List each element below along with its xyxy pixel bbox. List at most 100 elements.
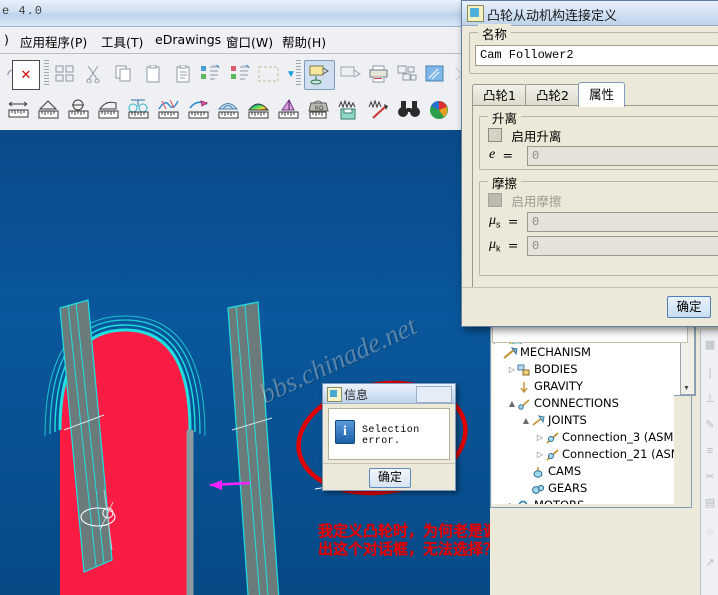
friction-mu-s-input[interactable]: 0 xyxy=(527,212,718,232)
message-dialog[interactable]: 信息 i Selection error. 确定 xyxy=(322,383,456,491)
annotation-icon[interactable] xyxy=(304,60,335,90)
mechanism-tree-list: MECHANISM ▷ BODIES GRAVITY ▲ CONNECTIONS ▲ JOIN… xyxy=(493,344,674,504)
servo-icon[interactable]: ⊥ xyxy=(702,388,718,409)
settings-icon[interactable]: ⁘ xyxy=(702,522,718,543)
collapse-icon[interactable]: ▲ xyxy=(521,412,531,429)
cam-dialog-ok-button[interactable]: 确定 xyxy=(667,296,711,318)
expand-icon[interactable]: ▷ xyxy=(507,497,517,504)
equals-sign: = xyxy=(503,213,523,229)
measure-diameter-icon[interactable] xyxy=(66,96,92,124)
enable-liftoff-row[interactable]: 启用升离 xyxy=(488,126,561,145)
tree-item[interactable]: GRAVITY xyxy=(493,378,673,395)
draft-analysis-icon[interactable] xyxy=(276,96,302,124)
paste-special-icon[interactable] xyxy=(170,60,196,88)
enable-friction-checkbox[interactable] xyxy=(488,192,502,207)
mass-properties-icon[interactable] xyxy=(126,96,152,124)
tree-item[interactable]: ▲ JOINTS xyxy=(493,412,673,429)
surface-analysis-icon[interactable] xyxy=(186,96,212,124)
note-icon[interactable] xyxy=(338,60,364,88)
ruler-icon[interactable]: | xyxy=(702,362,718,383)
toolbar-separator-1 xyxy=(44,60,49,87)
save-analysis-icon[interactable] xyxy=(336,96,362,124)
paste-icon[interactable] xyxy=(140,60,166,88)
window-icon xyxy=(467,5,484,22)
tree-item[interactable]: ▷ Connection_3 (ASM0 xyxy=(493,429,674,446)
friction-row-0-label: μs = xyxy=(489,213,522,229)
drag-icon[interactable]: ▩ xyxy=(702,334,718,355)
regenerate-icon[interactable] xyxy=(198,60,224,88)
connection-icon xyxy=(545,432,560,445)
color-map-icon[interactable] xyxy=(246,96,272,124)
application-window: e 4.0 ) 应用程序(P) 工具(T) eDrawings 窗口(W) 帮助… xyxy=(0,0,718,595)
menu-item-edrawings[interactable]: eDrawings xyxy=(155,32,221,47)
expand-icon[interactable]: ▷ xyxy=(507,361,517,378)
window-icon xyxy=(327,387,342,402)
tab-cam2[interactable]: 凸轮2 xyxy=(525,84,580,107)
tab-properties[interactable]: 属性 xyxy=(578,82,626,107)
message-text: Selection error. xyxy=(362,425,420,447)
measure-angle-icon[interactable] xyxy=(36,96,62,124)
print-icon[interactable] xyxy=(366,60,392,88)
scroll-down-icon[interactable]: ▼ xyxy=(681,383,692,394)
tree-item[interactable]: MECHANISM xyxy=(493,344,673,361)
annotation-line-2: 出这个对话框，无法选择？ xyxy=(318,540,499,558)
menu-item-0[interactable]: ) xyxy=(4,32,9,47)
enable-friction-row[interactable]: 启用摩擦 xyxy=(488,191,561,210)
enable-friction-label: 启用摩擦 xyxy=(511,194,562,209)
measure-distance-icon[interactable] xyxy=(6,96,32,124)
info-icon: i xyxy=(335,420,355,444)
friction-mu-k-input[interactable]: 0 xyxy=(527,236,718,256)
close-button[interactable] xyxy=(416,386,452,403)
tree-item-label: JOINTS xyxy=(548,413,587,427)
connection-name-input[interactable]: Cam Follower2 xyxy=(475,45,718,66)
regenerate-all-icon[interactable] xyxy=(228,60,254,88)
tree-item[interactable]: CAMS xyxy=(493,463,673,480)
menu-item-tools[interactable]: 工具(T) xyxy=(101,32,143,51)
liftoff-value-input[interactable]: 0 xyxy=(527,146,718,166)
expand-icon[interactable]: ▷ xyxy=(535,429,545,446)
cut-icon[interactable] xyxy=(80,60,106,88)
shading-analysis-icon[interactable] xyxy=(216,96,242,124)
menu-item-help[interactable]: 帮助(H) xyxy=(282,32,326,51)
copy-icon[interactable] xyxy=(110,60,136,88)
playback-icon[interactable]: ≡ xyxy=(702,440,718,461)
cam-follower-dialog[interactable]: 凸轮从动机构连接定义 名称 Cam Follower2 凸轮1 凸轮2 属性 升… xyxy=(461,0,718,327)
tree-item[interactable]: ▷ BODIES xyxy=(493,361,673,378)
binoculars-icon[interactable] xyxy=(396,96,422,124)
analysis-icon[interactable]: ✎ xyxy=(702,414,718,435)
paint-icon[interactable] xyxy=(422,60,448,88)
menu-item-window[interactable]: 窗口(W) xyxy=(226,32,273,51)
enable-liftoff-checkbox[interactable] xyxy=(488,127,502,142)
model-tree-panel: ▷PRT0005.PRT▷□ASM0002.ASM▷□ASM0004.ASM在此… xyxy=(490,318,718,595)
layers-icon[interactable] xyxy=(394,60,420,88)
menu-item-applications[interactable]: 应用程序(P) xyxy=(20,32,87,51)
tree-item[interactable]: ▷ Connection_21 (ASM xyxy=(493,446,674,463)
mechanism-icon xyxy=(503,347,518,360)
message-dialog-caption: 信息 xyxy=(344,388,369,402)
collapse-icon[interactable]: ▲ xyxy=(507,395,517,412)
cam-dialog-tabs: 凸轮1 凸轮2 属性 xyxy=(472,82,716,107)
liftoff-symbol: e xyxy=(489,147,496,162)
curve-analysis-icon[interactable] xyxy=(156,96,182,124)
measure-icon[interactable]: ✂ xyxy=(702,466,718,487)
divider xyxy=(323,463,455,464)
expand-icon[interactable]: ▷ xyxy=(535,446,545,463)
color-wheel-icon[interactable] xyxy=(426,96,452,124)
tree-item-label: MECHANISM xyxy=(520,345,591,359)
tree-item[interactable]: GEARS xyxy=(493,480,673,497)
delete-analysis-icon[interactable] xyxy=(366,96,392,124)
message-ok-button[interactable]: 确定 xyxy=(369,468,411,488)
arrow-icon[interactable]: ↗ xyxy=(702,552,718,573)
mechanism-tree[interactable]: MECHANISM ▷ BODIES GRAVITY ▲ CONNECTIONS ▲ JOIN… xyxy=(490,318,716,508)
close-icon[interactable]: ✕ xyxy=(12,60,40,90)
mechanism-vertical-toolbar: ▩ | ⊥ ✎ ≡ ✂ ▤ ⁘ ↗ xyxy=(700,330,718,595)
weight-icon[interactable]: KG xyxy=(306,96,332,124)
measure-curve-icon[interactable] xyxy=(96,96,122,124)
group-icon[interactable] xyxy=(52,60,78,88)
tree-item[interactable]: ▲ CONNECTIONS xyxy=(493,395,673,412)
tab-cam1[interactable]: 凸轮1 xyxy=(472,84,527,107)
tree-item-label: BODIES xyxy=(534,362,578,376)
trace-icon[interactable]: ▤ xyxy=(702,492,718,513)
name-group-label: 名称 xyxy=(478,24,512,43)
tree-item[interactable]: ▷ MOTORS xyxy=(493,497,673,504)
